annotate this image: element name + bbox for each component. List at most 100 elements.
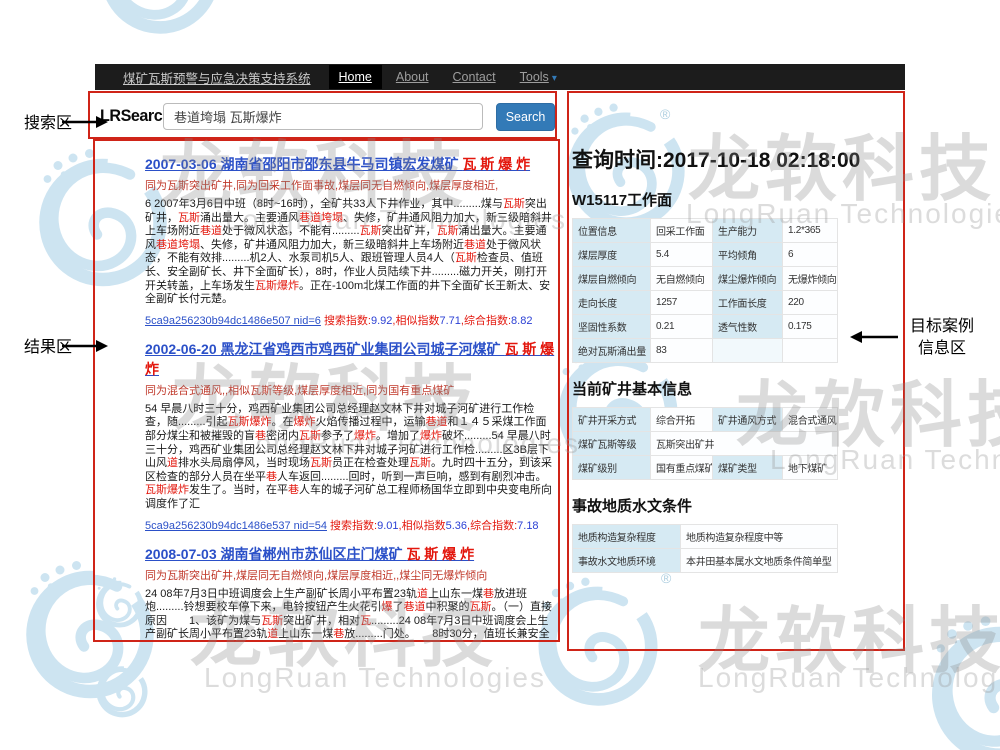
highlighted-keyword: 瓦斯 [360,225,382,237]
field-value: 1257 [651,291,713,315]
metric-value: 9.01 [377,520,398,532]
highlighted-keyword: 巷道 [200,225,222,237]
result-footer: 5ca9a256230b94dc1486e537 nid=54 搜索指数:9.0… [145,517,556,533]
body-text: 处于微风状态，不能有......... [222,225,360,237]
body-text: 。在 [272,416,294,428]
field-value: 1.2*365 [783,219,838,243]
result-footer: 5ca9a256230b94dc1486e507 nid=6 搜索指数:9.92… [145,312,556,328]
metric-label: ,相似指数 [392,315,439,327]
highlighted-keyword: 瓦斯爆炸 [145,484,189,496]
field-label: 煤矿瓦斯等级 [573,432,651,456]
target-case-box: 查询时间:2017-10-18 02:18:00 W15117工作面位置信息回采… [567,91,905,651]
field-value: 5.4 [651,243,713,267]
dragon-logo-watermark [920,610,1000,750]
table-row: 地质构造复杂程度地质构造复杂程度中等 [573,525,838,549]
field-value [783,339,838,363]
result-id-link[interactable]: 5ca9a256230b94dc1486e507 nid=6 [145,315,321,327]
metric-value: 7.18 [517,520,538,532]
highlighted-keyword: 瓦斯爆炸 [228,416,272,428]
metric-value: 8.82 [511,315,532,327]
field-label: 地质构造复杂程度 [573,525,681,549]
body-text: 员正在检查处理 [332,457,409,469]
highlighted-keyword: 巷道垮塌 [299,212,343,224]
metric-value: 9.92 [371,315,392,327]
field-value: 综合开拓 [651,408,713,432]
body-text: 发生了。当时，在平 [189,484,288,496]
highlighted-keyword: 爆炸 [354,430,376,442]
body-text: 参予了 [321,430,354,442]
field-value: 地下煤矿 [783,456,838,480]
result-title-link[interactable]: 2008-07-03 湖南省郴州市苏仙区庄门煤矿 瓦 斯 爆 炸 [145,546,474,562]
result-title-link[interactable]: 2002-06-20 黑龙江省鸡西市鸡西矿业集团公司城子河煤矿 瓦 斯 爆 炸 [145,341,554,377]
highlighted-keyword: 爆 [382,601,393,613]
result-snippet: 6 2007年3月6日中班（8时~16时），全矿共33人下井作业，其中.....… [145,198,556,307]
highlighted-keyword: 巷道 [464,239,486,251]
body-text: 上山东一煤 [278,628,333,640]
result-title-text: 2002-06-20 黑龙江省鸡西市鸡西矿业集团公司城子河煤矿 [145,341,504,357]
field-label: 平均倾角 [713,243,783,267]
result-title-keyword: 瓦 斯 爆 炸 [462,156,530,172]
table-row: 位置信息回采工作面生产能力1.2*365 [573,219,838,243]
highlighted-keyword: 巷道垮塌 [156,239,200,251]
field-label: 煤矿级别 [573,456,651,480]
table-row: 煤层自燃倾向无自燃倾向煤尘爆炸倾向无爆炸倾向 [573,267,838,291]
metric-label: 搜索指数: [330,520,377,532]
section-title: 当前矿井基本信息 [572,378,900,399]
highlighted-keyword: 爆炸 [294,416,316,428]
field-label: 透气性数 [713,315,783,339]
table-row: 事故水文地质环境本井田基本属水文地质条件简单型 [573,549,838,573]
body-text: 涌出量大。主要通风 [200,212,299,224]
field-value: 回采工作面 [651,219,713,243]
field-label: 矿井通风方式 [713,408,783,432]
highlighted-keyword: 瓦斯 [503,198,525,210]
body-text: 6 2007年3月6日中班（8时~16时），全矿共33人下井作业，其中.....… [145,198,503,210]
nav-item-about[interactable]: About [386,65,439,89]
field-value: 瓦斯突出矿井 [651,432,838,456]
longruan-en-watermark: LongRuan Technologies [204,662,546,694]
body-text: 突出矿井，相对 [283,615,360,627]
section-title: 事故地质水文条件 [572,495,900,516]
search-area-box: LRSearch Search [88,91,557,139]
nav-item-tools[interactable]: Tools▾ [510,65,567,89]
field-value: 本井田基本属水文地质条件简单型 [681,549,838,573]
body-text: 上山东一煤 [428,588,483,600]
target-case-sections: W15117工作面位置信息回采工作面生产能力1.2*365煤层厚度5.4平均倾角… [572,189,900,573]
highlighted-keyword: 爆炸 [420,430,442,442]
field-value: 无爆炸倾向 [783,267,838,291]
result-title-text: 2007-03-06 湖南省邵阳市邵东县牛马司镇宏发煤矿 [145,156,462,172]
info-table: 矿井开采方式综合开拓矿井通风方式混合式通风煤矿瓦斯等级瓦斯突出矿井煤矿级别国有重… [572,407,838,480]
dropdown-caret-icon: ▾ [552,73,557,84]
body-text: 人车返回.........回时，听到一声巨响，感到有剧烈冲击。 [277,471,547,483]
navbar-menu: HomeAboutContactTools▾ [327,64,569,90]
info-table: 地质构造复杂程度地质构造复杂程度中等事故水文地质环境本井田基本属水文地质条件简单… [572,524,838,573]
metric-label: ,综合指数: [461,315,511,327]
highlighted-keyword: 道 [417,588,428,600]
result-similarity-summary: 同为瓦斯突出矿井,煤层同无自燃倾向,煤层厚度相近,,煤尘同无爆炸倾向 [145,567,556,583]
field-label: 煤层厚度 [573,243,651,267]
result-id-link[interactable]: 5ca9a256230b94dc1486e537 nid=54 [145,520,327,532]
query-time: 查询时间:2017-10-18 02:18:00 [572,144,900,174]
table-row: 走向长度1257工作面长度220 [573,291,838,315]
highlighted-keyword: 瓦斯 [409,457,431,469]
body-text: 密闭内 [266,430,299,442]
result-similarity-summary: 同为瓦斯突出矿井,同为回采工作面事故,煤层同无自燃倾向,煤层厚度相近, [145,177,556,193]
search-input[interactable] [163,103,483,130]
brand-link[interactable]: 煤矿瓦斯预警与应急决策支持系统 [123,68,311,87]
field-value: 国有重点煤矿 [651,456,713,480]
field-value: 6 [783,243,838,267]
search-button[interactable]: Search [496,103,555,131]
metric-label: 搜索指数: [324,315,371,327]
nav-item-contact[interactable]: Contact [443,65,506,89]
result-title-link[interactable]: 2007-03-06 湖南省邵阳市邵东县牛马司镇宏发煤矿 瓦 斯 爆 炸 [145,156,530,172]
metric-label: ,相似指数 [399,520,446,532]
body-text: 火焰传播过程中，运输 [316,416,426,428]
highlighted-keyword: 瓦斯 [299,430,321,442]
table-row: 坚固性系数0.21透气性数0.175 [573,315,838,339]
highlighted-keyword: 巷道 [404,601,426,613]
nav-item-home[interactable]: Home [329,65,382,89]
table-row: 煤矿瓦斯等级瓦斯突出矿井 [573,432,838,456]
longruan-en-watermark: LongRuan Technologies [698,662,1000,694]
results-area-box: 2007-03-06 湖南省邵阳市邵东县牛马司镇宏发煤矿 瓦 斯 爆 炸同为瓦斯… [93,139,560,642]
highlighted-keyword: 道 [267,628,278,640]
body-text: 了 [393,601,404,613]
